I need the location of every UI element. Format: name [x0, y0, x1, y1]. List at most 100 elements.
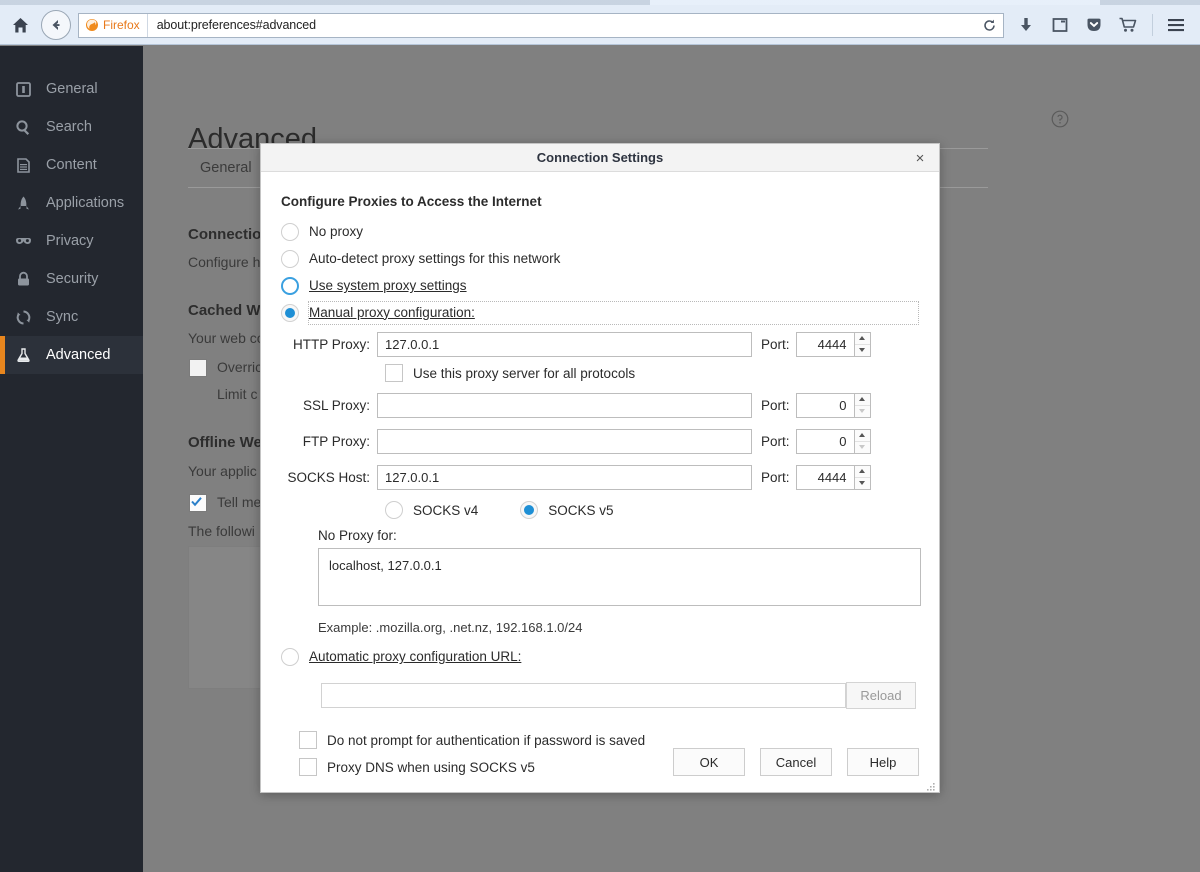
tell-me-label: Tell me	[217, 494, 261, 510]
no-proxy-textarea[interactable]	[318, 548, 921, 606]
security-lock-icon	[13, 271, 33, 288]
sidebar-item-applications[interactable]: Applications	[0, 184, 143, 222]
radio-manual-proxy[interactable]: Manual proxy configuration:	[281, 299, 919, 326]
cart-icon[interactable]	[1112, 9, 1144, 41]
privacy-mask-icon	[13, 233, 33, 250]
sidebar-item-security[interactable]: Security	[0, 260, 143, 298]
radio-auto-detect-proxy[interactable]: Auto-detect proxy settings for this netw…	[281, 245, 919, 272]
resize-grip-icon[interactable]	[925, 779, 936, 790]
spin-down-icon[interactable]	[855, 441, 870, 453]
general-icon	[13, 81, 33, 98]
radio-indicator[interactable]	[281, 277, 299, 295]
radio-no-proxy[interactable]: No proxy	[281, 218, 919, 245]
sidebar-item-search[interactable]: Search	[0, 108, 143, 146]
socks-port-spin-buttons[interactable]	[854, 465, 871, 490]
sidebar-item-label: Privacy	[46, 233, 94, 249]
override-cache-label: Overric	[217, 359, 262, 375]
navigation-toolbar: Firefox about:preferences#advanced	[0, 5, 1200, 45]
sidebar-item-label: Sync	[46, 309, 78, 325]
sidebar-item-label: General	[46, 81, 98, 97]
spin-down-icon[interactable]	[855, 344, 870, 356]
help-circle-icon[interactable]	[1051, 110, 1069, 128]
http-port-input[interactable]	[796, 332, 854, 357]
http-port-spin-buttons[interactable]	[854, 332, 871, 357]
ok-button[interactable]: OK	[673, 748, 745, 776]
pocket-icon[interactable]	[1078, 9, 1110, 41]
sidebar-window-icon[interactable]	[1044, 9, 1076, 41]
all-protocols-row[interactable]: Use this proxy server for all protocols	[385, 364, 919, 382]
socks-port-label: Port:	[752, 470, 796, 485]
ftp-port-input[interactable]	[796, 429, 854, 454]
radio-label: No proxy	[309, 224, 363, 239]
radio-indicator[interactable]	[281, 304, 299, 322]
no-auth-prompt-checkbox[interactable]	[299, 731, 317, 749]
socks-v5-label: SOCKS v5	[548, 503, 613, 518]
tab-general[interactable]: General	[188, 160, 264, 176]
radio-indicator[interactable]	[281, 223, 299, 241]
no-proxy-example: Example: .mozilla.org, .net.nz, 192.168.…	[318, 620, 919, 635]
radio-indicator[interactable]	[281, 250, 299, 268]
http-port-stepper[interactable]	[796, 332, 871, 357]
ssl-proxy-label: SSL Proxy:	[281, 398, 377, 413]
pac-url-input[interactable]	[321, 683, 846, 708]
spin-up-icon[interactable]	[855, 466, 870, 477]
sidebar-item-advanced[interactable]: Advanced	[0, 336, 143, 374]
radio-socks-v5[interactable]	[520, 501, 538, 519]
back-button[interactable]	[41, 10, 71, 40]
ftp-proxy-row: FTP Proxy: Port:	[281, 426, 919, 456]
pac-reload-button[interactable]: Reload	[846, 682, 916, 709]
spin-down-icon[interactable]	[855, 477, 870, 489]
socks-port-stepper[interactable]	[796, 465, 871, 490]
ssl-port-input[interactable]	[796, 393, 854, 418]
dialog-titlebar: Connection Settings ×	[261, 144, 939, 172]
sync-icon	[13, 309, 33, 326]
sidebar-item-label: Search	[46, 119, 92, 135]
downloads-icon[interactable]	[1010, 9, 1042, 41]
radio-label: Automatic proxy configuration URL:	[309, 649, 521, 664]
radio-automatic-proxy-url[interactable]: Automatic proxy configuration URL:	[281, 643, 919, 670]
all-protocols-checkbox[interactable]	[385, 364, 403, 382]
reload-icon[interactable]	[975, 14, 1003, 37]
socks-port-input[interactable]	[796, 465, 854, 490]
toolbar-divider	[1152, 14, 1153, 36]
radio-indicator[interactable]	[281, 648, 299, 666]
proxy-dns-checkbox[interactable]	[299, 758, 317, 776]
http-proxy-input[interactable]	[377, 332, 752, 357]
radio-socks-v4[interactable]	[385, 501, 403, 519]
ssl-port-spin-buttons[interactable]	[854, 393, 871, 418]
search-icon	[13, 119, 33, 136]
ftp-proxy-input[interactable]	[377, 429, 752, 454]
close-icon[interactable]: ×	[909, 144, 931, 172]
cancel-button[interactable]: Cancel	[760, 748, 832, 776]
spin-up-icon[interactable]	[855, 333, 870, 344]
http-port-label: Port:	[752, 337, 796, 352]
sidebar-item-privacy[interactable]: Privacy	[0, 222, 143, 260]
radio-use-system-proxy[interactable]: Use system proxy settings	[281, 272, 919, 299]
spin-up-icon[interactable]	[855, 430, 870, 441]
socks-v4-label: SOCKS v4	[413, 503, 478, 518]
ftp-port-stepper[interactable]	[796, 429, 871, 454]
sidebar-item-general[interactable]: General	[0, 70, 143, 108]
sidebar-item-content[interactable]: Content	[0, 146, 143, 184]
tell-me-checkbox[interactable]	[189, 494, 207, 512]
sidebar-item-sync[interactable]: Sync	[0, 298, 143, 336]
ssl-proxy-input[interactable]	[377, 393, 752, 418]
url-bar[interactable]: Firefox about:preferences#advanced	[78, 13, 1004, 38]
no-auth-prompt-row[interactable]: Do not prompt for authentication if pass…	[299, 731, 919, 749]
url-text: about:preferences#advanced	[148, 18, 316, 32]
ssl-port-stepper[interactable]	[796, 393, 871, 418]
ftp-port-label: Port:	[752, 434, 796, 449]
radio-label: Manual proxy configuration:	[309, 305, 475, 320]
socks-host-input[interactable]	[377, 465, 752, 490]
home-icon[interactable]	[3, 8, 37, 42]
hamburger-menu-icon[interactable]	[1159, 9, 1193, 41]
ftp-port-spin-buttons[interactable]	[854, 429, 871, 454]
spin-down-icon[interactable]	[855, 405, 870, 417]
spin-up-icon[interactable]	[855, 394, 870, 405]
radio-label: Auto-detect proxy settings for this netw…	[309, 251, 560, 266]
help-button[interactable]: Help	[847, 748, 919, 776]
ssl-proxy-row: SSL Proxy: Port:	[281, 390, 919, 420]
override-cache-checkbox[interactable]	[189, 359, 207, 377]
dialog-section-heading: Configure Proxies to Access the Internet	[281, 194, 919, 209]
preferences-tabs: General	[188, 149, 264, 187]
